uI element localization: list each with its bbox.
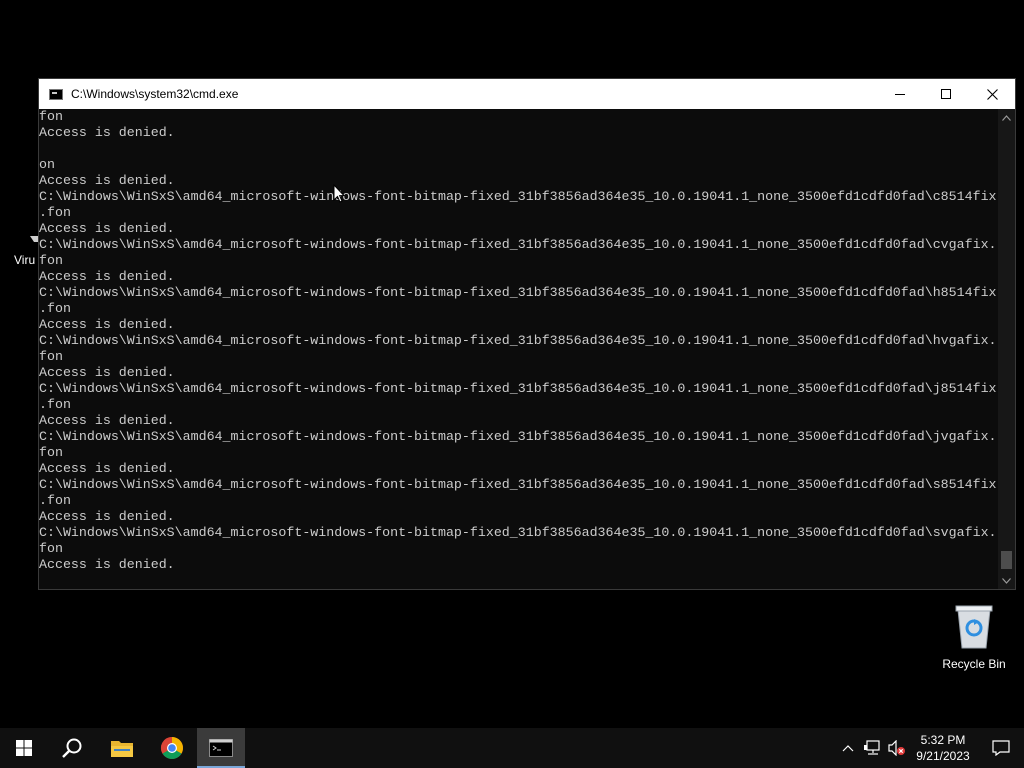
console-line: .fon xyxy=(39,493,71,508)
console-line: Access is denied. xyxy=(39,125,175,140)
maximize-button[interactable] xyxy=(923,79,969,109)
chevron-down-icon xyxy=(1002,577,1011,584)
minimize-icon xyxy=(895,94,905,95)
chevron-up-icon xyxy=(842,745,854,752)
console-line: fon xyxy=(39,349,63,364)
search-button[interactable] xyxy=(48,728,96,768)
console-line: Access is denied. xyxy=(39,413,175,428)
console-line: fon xyxy=(39,109,63,124)
notification-center-button[interactable] xyxy=(988,728,1014,768)
chrome-button[interactable] xyxy=(148,728,196,768)
console-line: C:\Windows\WinSxS\amd64_microsoft-window… xyxy=(39,237,997,252)
console-line: Access is denied. xyxy=(39,269,175,284)
close-icon xyxy=(986,88,998,100)
console-line: C:\Windows\WinSxS\amd64_microsoft-window… xyxy=(39,477,997,492)
start-button[interactable] xyxy=(0,728,48,768)
recycle-bin-icon xyxy=(955,605,993,649)
minimize-button[interactable] xyxy=(877,79,923,109)
scrollbar-thumb[interactable] xyxy=(1001,551,1012,569)
scroll-up-button[interactable] xyxy=(998,109,1015,126)
show-hidden-icons-button[interactable] xyxy=(838,728,858,768)
console-line: fon xyxy=(39,445,63,460)
console-line: .fon xyxy=(39,397,71,412)
scroll-down-button[interactable] xyxy=(998,572,1015,589)
console-line: Access is denied. xyxy=(39,557,175,572)
taskbar: 5:32 PM 9/21/2023 xyxy=(0,728,1024,768)
console-line: C:\Windows\WinSxS\amd64_microsoft-window… xyxy=(39,429,997,444)
console-line: Access is denied. xyxy=(39,317,175,332)
window-titlebar[interactable]: C:\Windows\system32\cmd.exe xyxy=(39,79,1015,109)
console-line: fon xyxy=(39,541,63,556)
cmd-icon xyxy=(209,739,233,757)
console-line: C:\Windows\WinSxS\amd64_microsoft-window… xyxy=(39,381,997,396)
mouse-pointer-icon xyxy=(333,184,345,203)
chrome-icon xyxy=(161,737,183,759)
console-line: Access is denied. xyxy=(39,509,175,524)
console-output[interactable]: fon Access is denied. on Access is denied. C… xyxy=(39,109,998,589)
cmd-taskbar-button[interactable] xyxy=(197,728,245,768)
console-line: Access is denied. xyxy=(39,173,175,188)
console-line: on xyxy=(39,157,55,172)
vertical-scrollbar[interactable] xyxy=(998,109,1015,589)
console-line: .fon xyxy=(39,301,71,316)
taskbar-clock[interactable]: 5:32 PM 9/21/2023 xyxy=(908,728,978,768)
close-button[interactable] xyxy=(969,79,1015,109)
volume-muted-icon xyxy=(888,740,905,756)
maximize-icon xyxy=(941,89,951,99)
search-icon xyxy=(62,738,82,758)
clock-time: 5:32 PM xyxy=(920,733,966,747)
folder-icon xyxy=(111,741,133,757)
console-line: C:\Windows\WinSxS\amd64_microsoft-window… xyxy=(39,525,997,540)
console-line: C:\Windows\WinSxS\amd64_microsoft-window… xyxy=(39,189,997,204)
console-line: .fon xyxy=(39,205,71,220)
chevron-up-icon xyxy=(1002,114,1011,121)
notification-icon xyxy=(992,740,1010,756)
desktop-icon-label: Recycle Bin xyxy=(942,657,1006,671)
clock-date: 9/21/2023 xyxy=(916,749,970,763)
console-line: Access is denied. xyxy=(39,461,175,476)
file-explorer-button[interactable] xyxy=(98,728,146,768)
console-line: fon xyxy=(39,253,63,268)
cmd-icon xyxy=(49,88,63,100)
windows-logo-icon xyxy=(16,740,32,756)
console-line: Access is denied. xyxy=(39,365,175,380)
volume-button[interactable] xyxy=(886,728,908,768)
console-line: C:\Windows\WinSxS\amd64_microsoft-window… xyxy=(39,285,997,300)
network-icon xyxy=(864,740,880,755)
cmd-window: C:\Windows\system32\cmd.exe fon Access is… xyxy=(38,78,1016,590)
console-line: C:\Windows\WinSxS\amd64_microsoft-window… xyxy=(39,333,997,348)
window-title: C:\Windows\system32\cmd.exe xyxy=(71,87,239,101)
desktop-icon-recycle-bin[interactable]: Recycle Bin xyxy=(938,602,1010,671)
console-line: Access is denied. xyxy=(39,221,175,236)
network-button[interactable] xyxy=(862,728,884,768)
